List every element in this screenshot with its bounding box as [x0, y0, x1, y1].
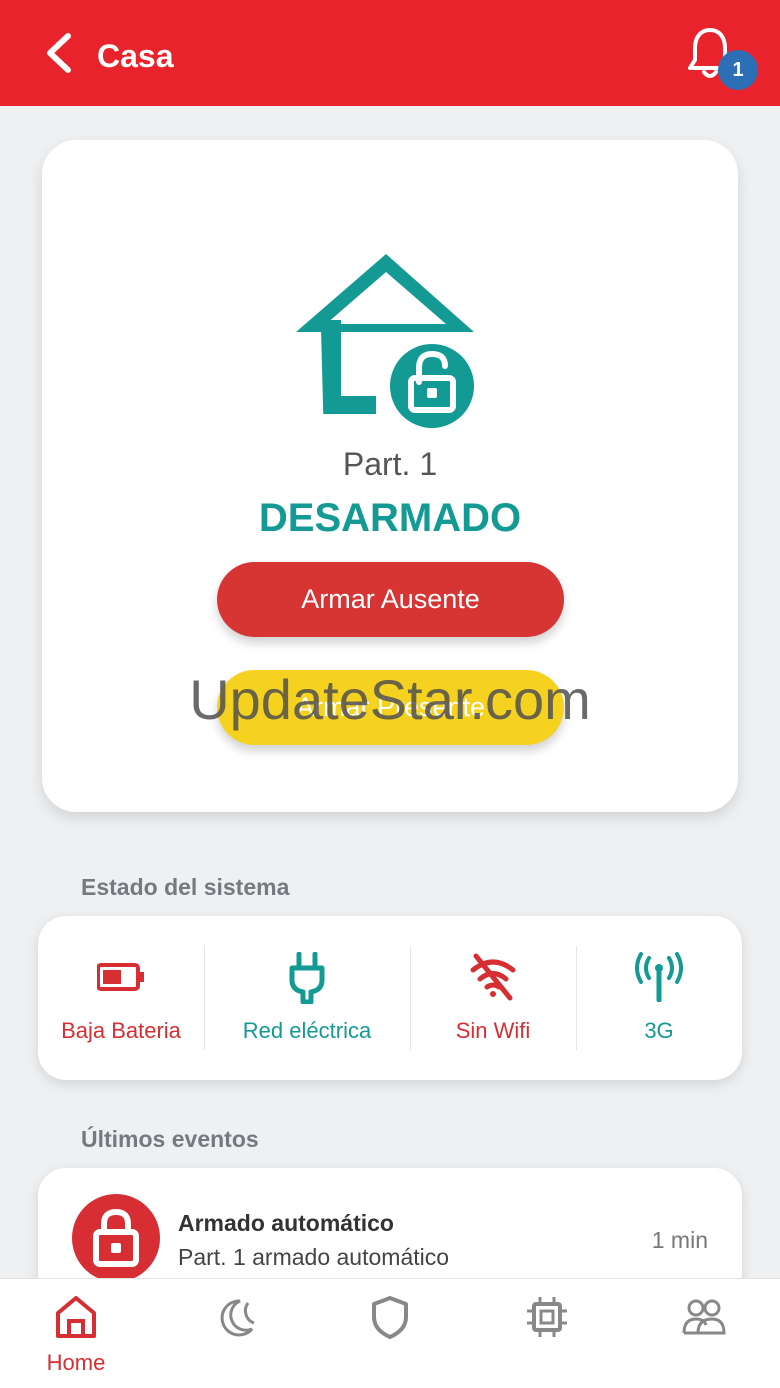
event-icon-container: [72, 1194, 160, 1282]
status-label: Baja Bateria: [61, 1018, 181, 1043]
event-subtitle: Part. 1 armado automático: [178, 1244, 450, 1270]
arm-away-button[interactable]: Armar Ausente: [217, 562, 564, 637]
nav-devices[interactable]: [482, 1279, 612, 1388]
status-wifi[interactable]: Sin Wifi: [410, 916, 576, 1080]
nav-night[interactable]: [170, 1279, 300, 1388]
users-icon: [682, 1299, 726, 1335]
wifi-off-icon: [470, 953, 516, 1001]
status-label: Sin Wifi: [455, 1018, 531, 1043]
status-label: 3G: [644, 1018, 674, 1043]
status-3g[interactable]: 3G: [576, 916, 742, 1080]
power-plug-icon: [289, 952, 325, 1004]
home-icon: [56, 1296, 96, 1338]
chevron-left-icon: [47, 33, 71, 73]
event-time: 1 min: [651, 1227, 708, 1253]
page-title: Casa: [97, 38, 174, 74]
nav-security[interactable]: [325, 1279, 455, 1388]
notification-badge[interactable]: 1: [718, 50, 758, 90]
shield-icon: [372, 1296, 408, 1339]
lock-icon: [93, 1208, 139, 1267]
top-app-bar: Casa 1: [0, 0, 780, 106]
moon-icon: [220, 1299, 255, 1337]
arming-state: DESARMADO: [258, 496, 522, 540]
battery-low-icon: [97, 963, 144, 991]
back-button[interactable]: [40, 30, 80, 76]
nav-home[interactable]: Home: [11, 1279, 141, 1388]
partition-label: Part. 1: [342, 446, 438, 482]
bottom-navigation: Home: [0, 1278, 780, 1388]
status-label: Red eléctrica: [242, 1018, 372, 1043]
watermark: UpdateStar.com: [189, 668, 591, 731]
nav-home-label: Home: [46, 1350, 106, 1375]
status-power[interactable]: Red eléctrica: [204, 916, 410, 1080]
status-battery[interactable]: Baja Bateria: [38, 916, 204, 1080]
event-title: Armado automático: [178, 1210, 394, 1236]
house-unlocked-icon: [296, 254, 478, 432]
system-status-card: Baja Bateria Red eléctrica Sin Wifi 3G: [38, 916, 742, 1080]
antenna-signal-icon: [635, 952, 683, 1002]
events-title: Últimos eventos: [81, 1126, 259, 1152]
system-status-title: Estado del sistema: [81, 874, 290, 900]
chip-icon: [527, 1297, 567, 1337]
nav-users[interactable]: [638, 1279, 768, 1388]
